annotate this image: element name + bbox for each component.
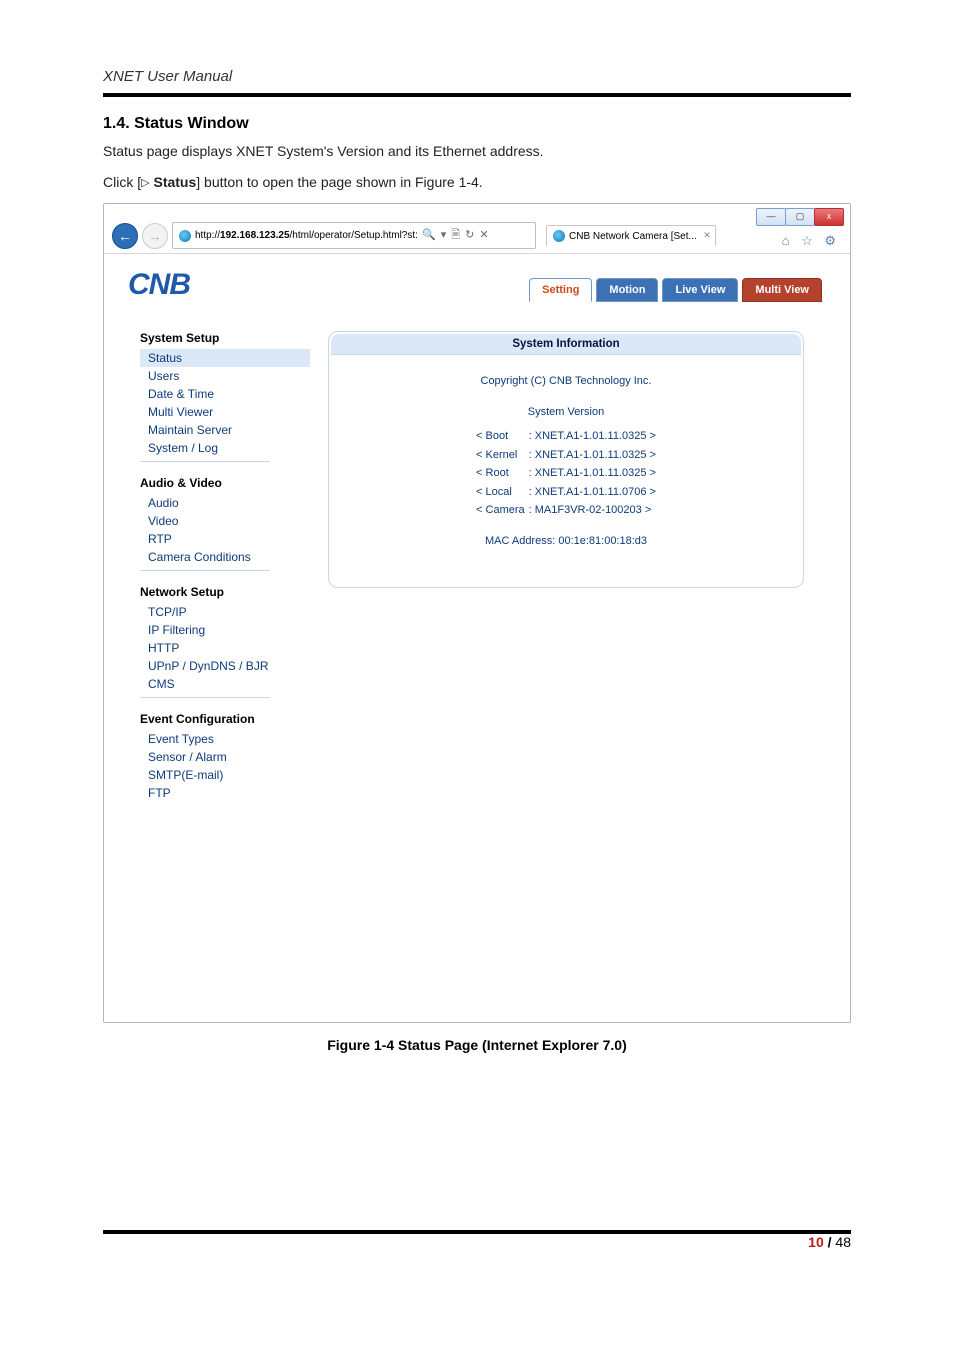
sidebar-item-sensor-alarm[interactable]: Sensor / Alarm	[140, 748, 310, 766]
ie-icon	[179, 230, 191, 242]
window-maximize-button[interactable]: ▢	[785, 208, 815, 226]
sidebar: System Setup Status Users Date & Time Mu…	[126, 331, 310, 806]
browser-tab[interactable]: CNB Network Camera [Set... ✕	[546, 225, 716, 246]
sidebar-item-ip-filtering[interactable]: IP Filtering	[140, 621, 310, 639]
sidebar-item-http[interactable]: HTTP	[140, 639, 310, 657]
version-table: < Boot: XNET.A1-1.01.11.0325 > < Kernel:…	[473, 426, 659, 521]
sidebar-item-users[interactable]: Users	[140, 367, 310, 385]
sidebar-divider	[140, 570, 270, 571]
browser-chrome: — ▢ x ← ← http://192.168.123.25/html/ope…	[104, 204, 850, 254]
window-minimize-button[interactable]: —	[756, 208, 786, 226]
tab-title: CNB Network Camera [Set...	[569, 231, 697, 242]
tab-close-icon[interactable]: ✕	[703, 230, 711, 241]
tab-motion[interactable]: Motion	[596, 278, 658, 302]
page-tools-icons[interactable]: ⌂ ☆ ⚙	[782, 233, 840, 249]
nav-forward-button[interactable]: ←	[142, 223, 168, 249]
header-rule	[103, 93, 851, 97]
sidebar-divider	[140, 461, 270, 462]
doc-header: XNET User Manual	[103, 68, 851, 85]
main-panel: System Information Copyright (C) CNB Tec…	[328, 331, 828, 806]
sidebar-item-video[interactable]: Video	[140, 512, 310, 530]
table-row: < Boot: XNET.A1-1.01.11.0325 >	[475, 428, 657, 445]
table-row: < Local: XNET.A1-1.01.11.0706 >	[475, 484, 657, 501]
sidebar-item-smtp[interactable]: SMTP(E-mail)	[140, 766, 310, 784]
browser-window: — ▢ x ← ← http://192.168.123.25/html/ope…	[103, 203, 851, 1023]
table-row: < Kernel: XNET.A1-1.01.11.0325 >	[475, 447, 657, 464]
sidebar-group-network-setup: Network Setup	[140, 585, 310, 599]
tab-multi-view[interactable]: Multi View	[742, 278, 822, 302]
tab-setting[interactable]: Setting	[529, 278, 592, 302]
url-text: http://192.168.123.25/html/operator/Setu…	[195, 230, 418, 241]
sidebar-item-status[interactable]: Status	[140, 349, 310, 367]
address-bar[interactable]: http://192.168.123.25/html/operator/Setu…	[172, 222, 536, 249]
sidebar-item-audio[interactable]: Audio	[140, 494, 310, 512]
section-title: 1.4. Status Window	[103, 115, 851, 133]
page-number: 10 / 48	[808, 1234, 851, 1250]
tab-live-view[interactable]: Live View	[662, 278, 738, 302]
page-viewport: CNB Setting Motion Live View Multi View …	[104, 254, 850, 1022]
sidebar-item-multi-viewer[interactable]: Multi Viewer	[140, 403, 310, 421]
address-bar-tools[interactable]: 🔍 ▾ 🗎 ↻ ✕	[422, 226, 490, 245]
panel-title: System Information	[331, 334, 801, 355]
sidebar-divider	[140, 697, 270, 698]
sidebar-group-system-setup: System Setup	[140, 331, 310, 345]
ie-icon	[553, 230, 565, 242]
system-info-panel: System Information Copyright (C) CNB Tec…	[328, 331, 804, 588]
sidebar-item-camera-conditions[interactable]: Camera Conditions	[140, 548, 310, 566]
intro-paragraph-1: Status page displays XNET System's Versi…	[103, 141, 851, 162]
sidebar-item-cms[interactable]: CMS	[140, 675, 310, 693]
copyright-text: Copyright (C) CNB Technology Inc.	[331, 373, 801, 390]
nav-back-button[interactable]: ←	[112, 223, 138, 249]
sidebar-item-system-log[interactable]: System / Log	[140, 439, 310, 457]
system-version-label: System Version	[331, 404, 801, 421]
cnb-logo: CNB	[128, 268, 190, 302]
window-close-button[interactable]: x	[814, 208, 844, 226]
sidebar-item-date-time[interactable]: Date & Time	[140, 385, 310, 403]
sidebar-item-rtp[interactable]: RTP	[140, 530, 310, 548]
intro-paragraph-2: Click [▷ Status] button to open the page…	[103, 172, 851, 193]
figure-caption: Figure 1-4 Status Page (Internet Explore…	[103, 1037, 851, 1053]
sidebar-item-ftp[interactable]: FTP	[140, 784, 310, 802]
sidebar-group-audio-video: Audio & Video	[140, 476, 310, 490]
sidebar-item-tcpip[interactable]: TCP/IP	[140, 603, 310, 621]
table-row: < Root: XNET.A1-1.01.11.0325 >	[475, 465, 657, 482]
mac-address-text: MAC Address: 00:1e:81:00:18:d3	[331, 533, 801, 550]
play-icon: ▷	[141, 177, 149, 189]
top-tabbar: Setting Motion Live View Multi View	[525, 278, 822, 302]
sidebar-item-event-types[interactable]: Event Types	[140, 730, 310, 748]
sidebar-group-event-configuration: Event Configuration	[140, 712, 310, 726]
sidebar-item-maintain-server[interactable]: Maintain Server	[140, 421, 310, 439]
footer-rule	[103, 1230, 851, 1234]
table-row: < Camera: MA1F3VR-02-100203 >	[475, 502, 657, 519]
sidebar-item-upnp[interactable]: UPnP / DynDNS / BJR	[140, 657, 310, 675]
